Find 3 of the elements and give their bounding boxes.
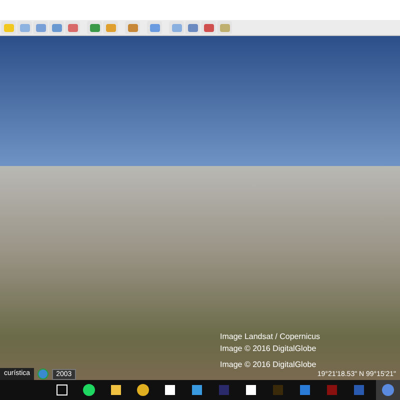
attribution-text: Image © 2016 DigitalGlobe — [220, 360, 316, 369]
attribution-text: Image Landsat / Copernicus — [220, 332, 320, 341]
attribution-text: Image © 2016 DigitalGlobe — [220, 344, 316, 353]
